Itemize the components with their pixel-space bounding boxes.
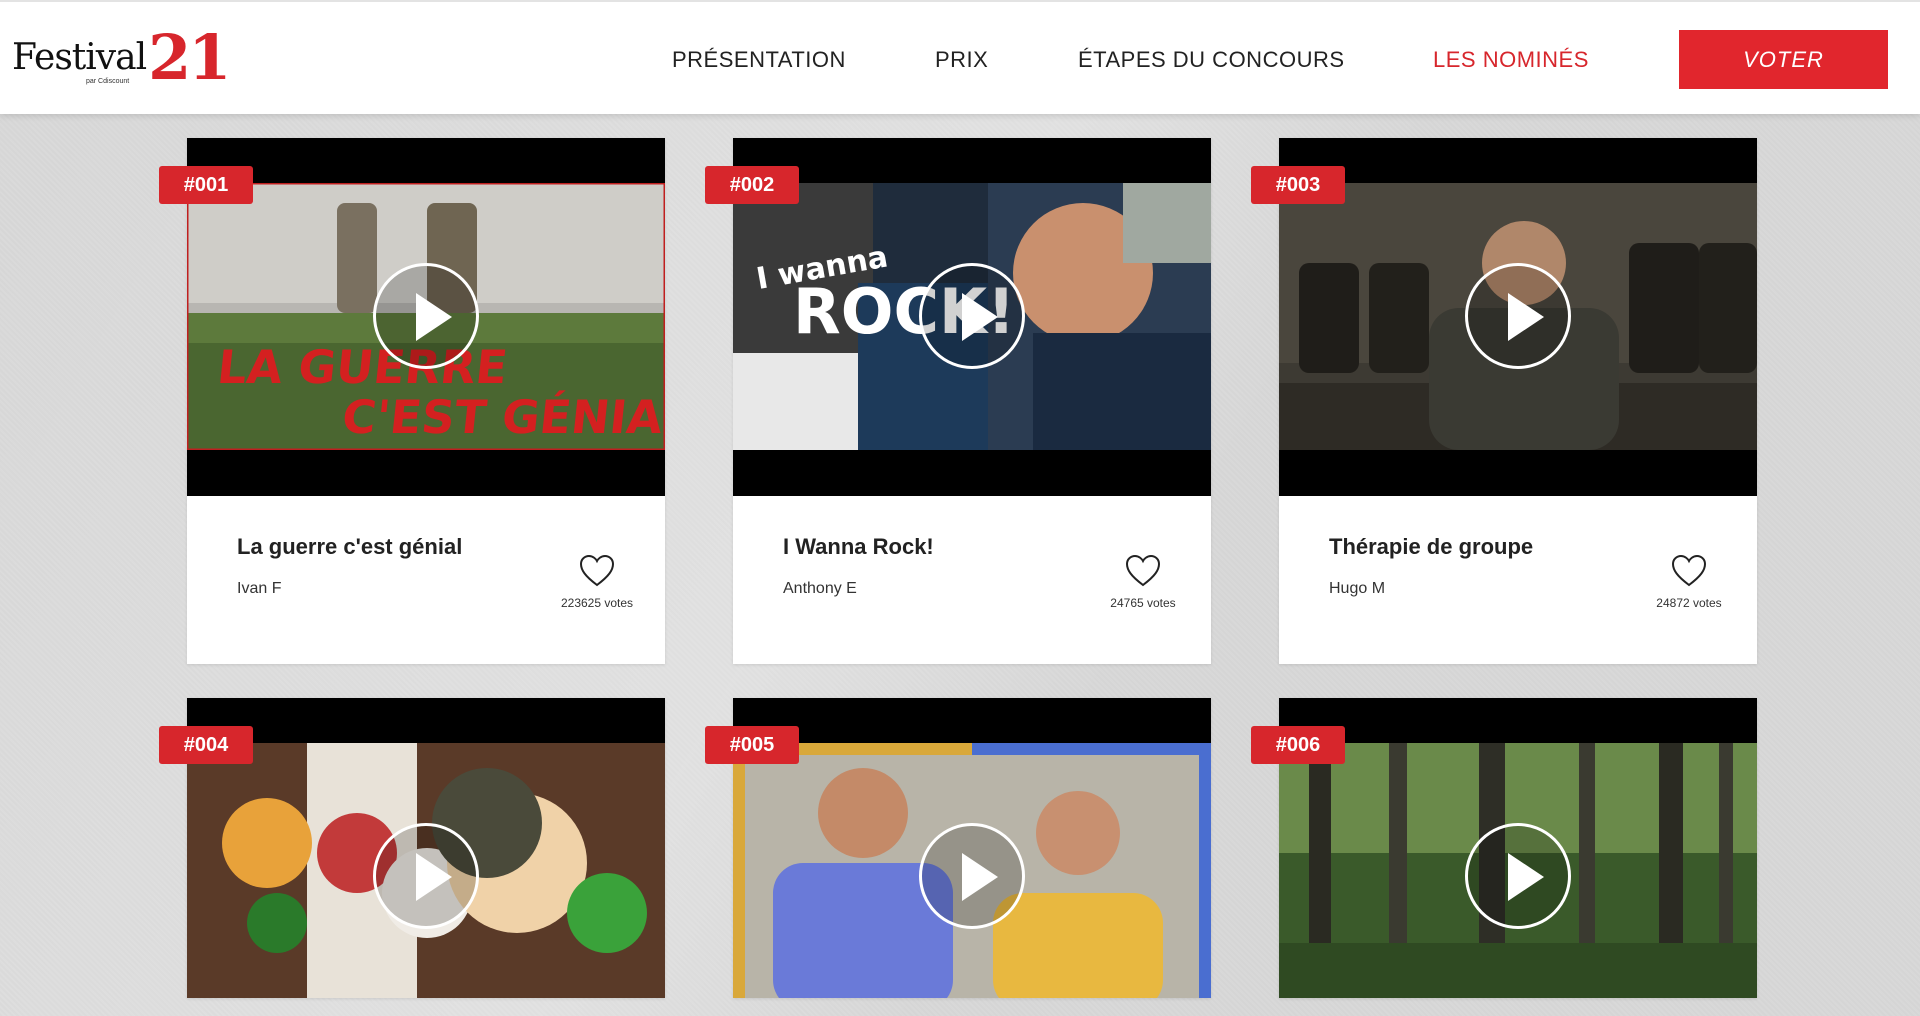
video-thumbnail[interactable]	[1279, 698, 1757, 998]
nav-prix[interactable]: PRIX	[935, 47, 988, 73]
nominee-card-005[interactable]: #005	[705, 698, 1211, 998]
video-thumbnail[interactable]	[187, 698, 665, 998]
play-icon[interactable]	[919, 823, 1025, 929]
vote-count: 24765 votes	[1110, 596, 1176, 610]
nav-etapes[interactable]: ÉTAPES DU CONCOURS	[1078, 47, 1345, 73]
nominee-badge: #005	[705, 726, 799, 764]
nav-nomines[interactable]: LES NOMINÉS	[1433, 47, 1589, 73]
site-header: Festival 21 par Cdiscount PRÉSENTATION P…	[0, 0, 1920, 114]
nominee-badge: #002	[705, 166, 799, 204]
video-author: Hugo M	[1329, 580, 1386, 597]
nominee-card-003[interactable]: #003 Thérapie de groupe Hugo M 24872 vot…	[1251, 138, 1757, 664]
nominee-badge: #003	[1251, 166, 1345, 204]
nav-presentation[interactable]: PRÉSENTATION	[672, 47, 846, 73]
card-info: La guerre c'est génial Ivan F 223625 vot…	[187, 496, 665, 664]
play-icon[interactable]	[373, 263, 479, 369]
play-icon[interactable]	[373, 823, 479, 929]
video-author: Anthony E	[783, 580, 857, 597]
card-info: Thérapie de groupe Hugo M 24872 votes	[1279, 496, 1757, 664]
nominee-badge: #006	[1251, 726, 1345, 764]
heart-icon[interactable]	[579, 554, 615, 588]
video-author: Ivan F	[237, 580, 282, 597]
logo-subtitle: par Cdiscount	[86, 78, 130, 85]
play-icon[interactable]	[1465, 263, 1571, 369]
video-thumbnail[interactable]	[733, 698, 1211, 998]
thumb-text-2: C'EST GÉNIAL	[340, 390, 665, 444]
logo-number: 21	[148, 21, 231, 95]
video-title: Thérapie de groupe	[1329, 534, 1534, 559]
video-thumbnail[interactable]: LA GUERRE C'EST GÉNIAL	[187, 138, 665, 496]
play-icon[interactable]	[1465, 823, 1571, 929]
card-info: I Wanna Rock! Anthony E 24765 votes	[733, 496, 1211, 664]
heart-icon[interactable]	[1671, 554, 1707, 588]
vote-button[interactable]: VOTER	[1679, 30, 1888, 89]
video-title: La guerre c'est génial	[237, 534, 463, 559]
nominee-badge: #004	[159, 726, 253, 764]
nominee-card-002[interactable]: #002 I wanna ROCK! I Wanna Rock! Anthony…	[705, 138, 1211, 664]
play-icon[interactable]	[919, 263, 1025, 369]
nominee-card-004[interactable]: #004	[159, 698, 665, 998]
heart-icon[interactable]	[1125, 554, 1161, 588]
vote-count: 24872 votes	[1656, 596, 1722, 610]
nominee-card-001[interactable]: #001 LA GUERRE C'EST GÉNIAL La guerre c'…	[159, 138, 665, 664]
video-thumbnail[interactable]: I wanna ROCK!	[733, 138, 1211, 496]
video-title: I Wanna Rock!	[783, 534, 934, 559]
festival-logo[interactable]: Festival 21 par Cdiscount	[12, 24, 231, 89]
nominee-card-006[interactable]: #006	[1251, 698, 1757, 998]
nominee-badge: #001	[159, 166, 253, 204]
video-thumbnail[interactable]	[1279, 138, 1757, 496]
vote-count: 223625 votes	[560, 596, 634, 610]
